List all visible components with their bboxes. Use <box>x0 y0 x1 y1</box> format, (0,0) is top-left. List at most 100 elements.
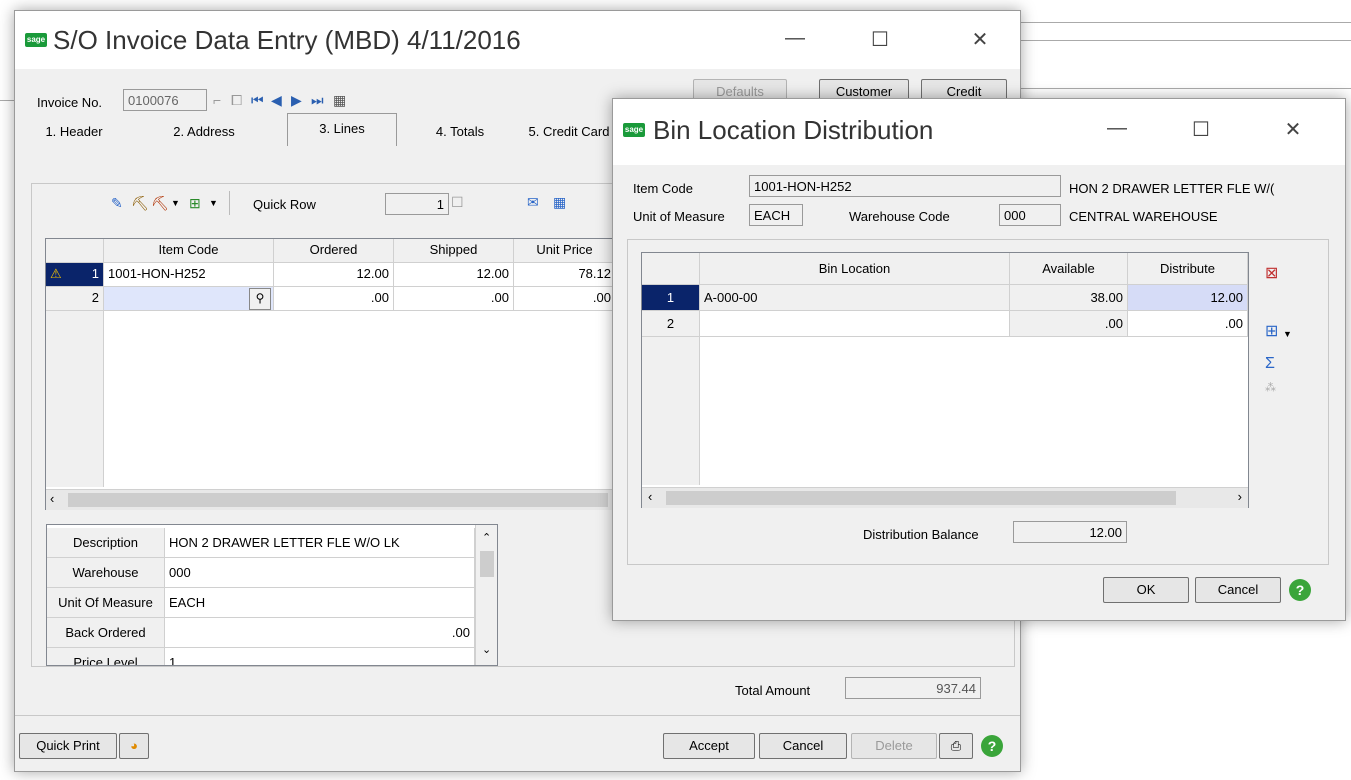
col-available[interactable]: Available <box>1010 253 1128 285</box>
previous-record-icon[interactable]: ◀ <box>271 91 282 109</box>
memo-icon[interactable]: ✉ <box>527 193 539 211</box>
maximize-icon[interactable]: ☐ <box>860 27 900 52</box>
detail-label: Price Level <box>47 648 165 665</box>
grid-icon[interactable]: ▦ <box>553 193 566 211</box>
quick-print-button[interactable]: Quick Print <box>19 733 117 759</box>
minimize-icon[interactable]: — <box>1097 117 1137 140</box>
cell-unit-price[interactable]: 78.12 <box>514 263 616 287</box>
bin-distribution-grid[interactable]: Bin Location Available Distribute 1 A-00… <box>641 252 1249 508</box>
find-icon[interactable]: ⛏ <box>131 194 149 212</box>
cell-bin-location[interactable]: A-000-00 <box>700 285 1010 311</box>
cancel-button[interactable]: Cancel <box>1195 577 1281 603</box>
scroll-left-icon[interactable]: ‹ <box>50 491 54 506</box>
auto-distribute-icon[interactable]: ⊞ <box>1265 323 1278 341</box>
scroll-right-icon[interactable]: › <box>1238 489 1242 504</box>
item-lookup-icon[interactable]: ⊞ <box>189 194 201 212</box>
row-header-1[interactable]: 1 <box>642 285 700 311</box>
bottom-separator <box>15 715 1020 716</box>
scroll-down-icon[interactable]: ⌄ <box>482 643 491 656</box>
detail-warehouse[interactable]: 000 <box>165 558 475 588</box>
col-distribute[interactable]: Distribute <box>1128 253 1248 285</box>
help-icon[interactable]: ? <box>981 735 1003 757</box>
ok-button[interactable]: OK <box>1103 577 1189 603</box>
lookup-magnifier-icon[interactable]: ⚲ <box>249 288 271 310</box>
dropdown-icon[interactable]: ▼ <box>1283 325 1292 343</box>
item-code-field: 1001-HON-H252 <box>749 175 1061 197</box>
cell-distribute[interactable]: 12.00 <box>1128 285 1248 311</box>
last-record-icon[interactable]: ⏭ <box>311 91 324 109</box>
find-next-icon[interactable]: ⛏ <box>151 194 169 212</box>
accept-button[interactable]: Accept <box>663 733 755 759</box>
line-details-grid[interactable]: Description HON 2 DRAWER LETTER FLE W/O … <box>46 524 498 666</box>
tab-lines[interactable]: 3. Lines <box>287 113 397 146</box>
total-amount-label: Total Amount <box>735 683 811 698</box>
toolbar-separator <box>229 191 230 215</box>
lines-grid[interactable]: Item Code Ordered Shipped Unit Price ⚠ 1… <box>45 238 617 510</box>
copy-icon[interactable]: ⧠ <box>231 91 242 109</box>
maximize-icon[interactable]: ☐ <box>1181 117 1221 142</box>
distribution-balance-field: 12.00 <box>1013 521 1127 543</box>
cell-available: .00 <box>1010 311 1128 337</box>
unit-of-measure-field: EACH <box>749 204 803 226</box>
pencil-icon[interactable]: ✎ <box>111 194 123 212</box>
tab-totals[interactable]: 4. Totals <box>417 117 503 147</box>
tab-header[interactable]: 1. Header <box>29 117 119 147</box>
chart-button[interactable]: ◕ <box>119 733 149 759</box>
detail-description[interactable]: HON 2 DRAWER LETTER FLE W/O LK <box>165 528 475 558</box>
cancel-button[interactable]: Cancel <box>759 733 847 759</box>
dropdown-icon[interactable]: ▼ <box>171 194 180 212</box>
settings-icon[interactable]: ⁂ <box>1265 379 1276 397</box>
row-header-2[interactable]: 2 <box>642 311 700 337</box>
cell-ordered[interactable]: .00 <box>274 287 394 311</box>
cell-bin-location[interactable] <box>700 311 1010 337</box>
row-header-column-bg <box>642 337 700 485</box>
tab-address[interactable]: 2. Address <box>149 117 259 147</box>
background-window-line <box>1020 22 1351 23</box>
unit-of-measure-label: Unit of Measure <box>633 209 725 224</box>
details-vertical-scrollbar[interactable]: ⌃ ⌄ <box>475 525 497 665</box>
detail-price-level[interactable]: 1 <box>165 648 475 665</box>
checkbox-icon[interactable]: ☐ <box>451 193 464 211</box>
dropdown-icon[interactable]: ▼ <box>209 194 218 212</box>
close-icon[interactable]: ✕ <box>1273 117 1313 142</box>
cell-ordered[interactable]: 12.00 <box>274 263 394 287</box>
horizontal-scrollbar[interactable]: ‹ <box>46 489 616 510</box>
scrollbar-thumb[interactable] <box>68 493 608 507</box>
minimize-icon[interactable]: — <box>775 27 815 50</box>
detail-unit-of-measure[interactable]: EACH <box>165 588 475 618</box>
scrollbar-thumb[interactable] <box>666 491 1176 505</box>
scroll-up-icon[interactable]: ⌃ <box>482 531 491 544</box>
cell-unit-price[interactable]: .00 <box>514 287 616 311</box>
lookup-invoice-icon[interactable]: ⌐ <box>213 91 221 109</box>
col-shipped[interactable]: Shipped <box>394 239 514 263</box>
tab-credit-card[interactable]: 5. Credit Card <box>519 117 619 147</box>
scrollbar-thumb[interactable] <box>480 551 494 577</box>
calendar-icon[interactable]: ▦ <box>333 91 346 109</box>
warehouse-code-label: Warehouse Code <box>849 209 950 224</box>
col-ordered[interactable]: Ordered <box>274 239 394 263</box>
row-header-2[interactable]: 2 <box>46 287 104 311</box>
cell-distribute[interactable]: .00 <box>1128 311 1248 337</box>
invoice-no-field[interactable]: 0100076 <box>123 89 207 111</box>
next-record-icon[interactable]: ▶ <box>291 91 302 109</box>
col-bin-location[interactable]: Bin Location <box>700 253 1010 285</box>
cell-item-code-editing[interactable]: ⚲ <box>104 287 274 311</box>
cell-shipped[interactable]: 12.00 <box>394 263 514 287</box>
cell-item-code[interactable]: 1001-HON-H252 <box>104 263 274 287</box>
col-item-code[interactable]: Item Code <box>104 239 274 263</box>
clear-distribution-icon[interactable]: ⊠ <box>1265 265 1278 283</box>
quick-row-field[interactable]: 1 <box>385 193 449 215</box>
row-header-1[interactable]: ⚠ 1 <box>46 263 104 287</box>
horizontal-scrollbar[interactable]: ‹ › <box>642 487 1248 508</box>
sum-icon[interactable]: Σ <box>1265 355 1275 373</box>
detail-back-ordered[interactable]: .00 <box>165 618 475 648</box>
cell-shipped[interactable]: .00 <box>394 287 514 311</box>
print-button[interactable]: ⎙ <box>939 733 973 759</box>
first-record-icon[interactable]: ⏮ <box>251 91 264 109</box>
help-icon[interactable]: ? <box>1289 579 1311 601</box>
scroll-left-icon[interactable]: ‹ <box>648 489 652 504</box>
warehouse-name: CENTRAL WAREHOUSE <box>1069 209 1218 224</box>
delete-button[interactable]: Delete <box>851 733 937 759</box>
col-unit-price[interactable]: Unit Price <box>514 239 616 263</box>
close-icon[interactable]: ✕ <box>960 27 1000 52</box>
